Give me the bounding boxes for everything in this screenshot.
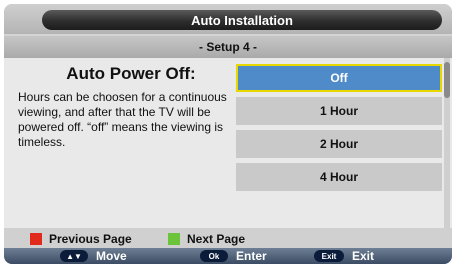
green-key-icon (168, 233, 180, 245)
title-bar: Auto Installation (4, 4, 452, 34)
window-title: Auto Installation (42, 10, 442, 30)
ok-key-icon: Ok (200, 250, 228, 262)
option-1-hour[interactable]: 1 Hour (236, 97, 442, 125)
enter-label: Enter (236, 249, 267, 263)
next-page-label: Next Page (187, 232, 246, 246)
exit-key-icon: Exit (314, 250, 344, 262)
option-2-hour[interactable]: 2 Hour (236, 130, 442, 158)
option-off[interactable]: Off (236, 64, 442, 92)
previous-page-key[interactable]: Previous Page (30, 232, 132, 246)
exit-label: Exit (352, 249, 375, 263)
enter-hint: Ok Enter (200, 248, 267, 264)
red-key-icon (30, 233, 42, 245)
navigation-hint-bar: ▲▼ Move Ok Enter Exit Exit (4, 248, 452, 264)
scrollbar-thumb[interactable] (444, 62, 450, 98)
up-down-arrows-icon: ▲▼ (60, 250, 88, 262)
previous-page-label: Previous Page (49, 232, 132, 246)
scrollbar[interactable] (444, 58, 450, 228)
color-key-legend: Previous Page Next Page (4, 228, 452, 248)
move-hint: ▲▼ Move (60, 248, 127, 264)
setting-heading: Auto Power Off: (66, 64, 196, 83)
next-page-key[interactable]: Next Page (168, 232, 245, 246)
setting-description: Hours can be choosen for a continuous vi… (18, 90, 227, 149)
option-4-hour[interactable]: 4 Hour (236, 163, 442, 191)
move-label: Move (96, 249, 127, 263)
content-area: Auto Power Off: Hours can be choosen for… (4, 58, 452, 228)
setup-step-label: - Setup 4 - (4, 36, 452, 58)
osd-menu: Auto Installation - Setup 4 - Auto Power… (4, 4, 452, 264)
exit-hint: Exit Exit (314, 248, 374, 264)
option-list: Off 1 Hour 2 Hour 4 Hour (236, 64, 442, 196)
